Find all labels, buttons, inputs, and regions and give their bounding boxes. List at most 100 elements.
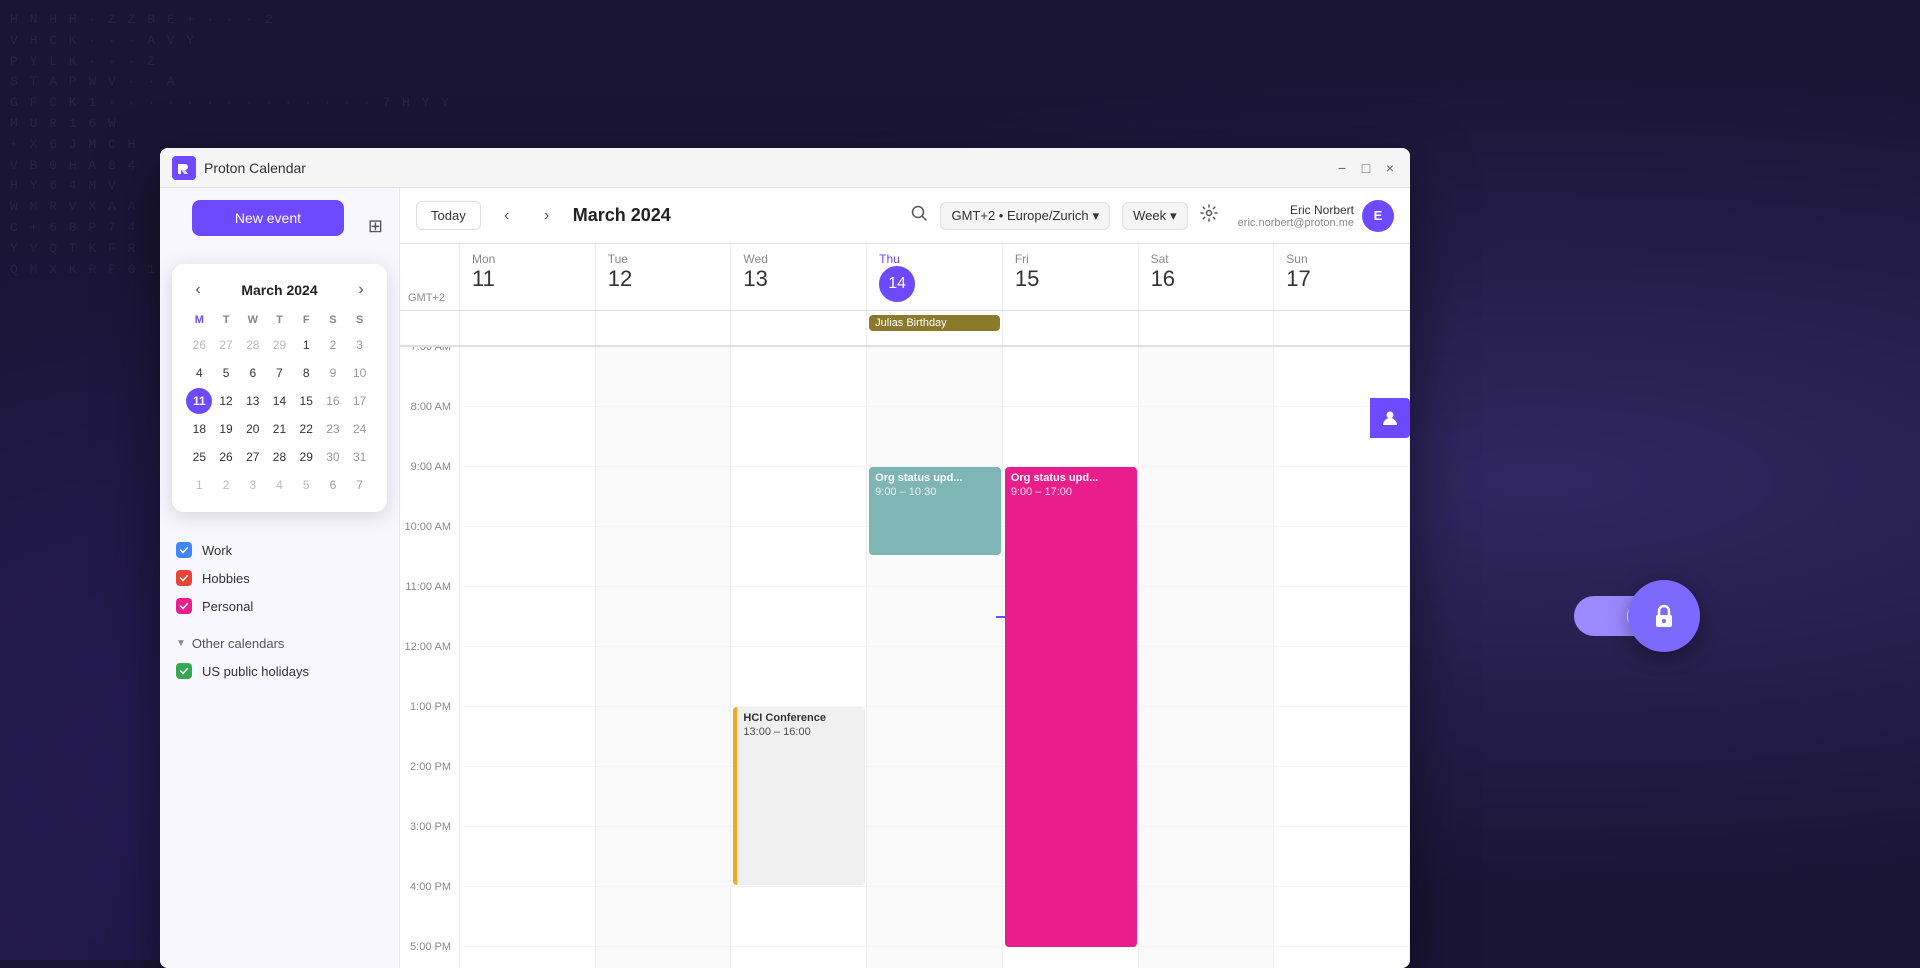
time-cell-mon-1200[interactable]	[460, 647, 596, 707]
grid-view-button[interactable]: ⊞	[368, 216, 383, 237]
view-selector[interactable]: Week ▾	[1122, 202, 1188, 230]
time-cell-mon-700[interactable]	[460, 347, 596, 407]
time-cell-sat-1400[interactable]	[1139, 767, 1275, 827]
time-cell-sun-1600[interactable]	[1274, 887, 1410, 947]
calendar-work-checkbox[interactable]	[176, 542, 192, 558]
time-cell-mon-800[interactable]	[460, 407, 596, 467]
mini-cal-cell[interactable]: 1	[186, 472, 212, 498]
time-cell-sat-1200[interactable]	[1139, 647, 1275, 707]
mini-cal-cell-today[interactable]: 11	[186, 388, 212, 414]
time-cell-mon-1400[interactable]	[460, 767, 596, 827]
time-cell-sat-1500[interactable]	[1139, 827, 1275, 887]
mini-cal-next-button[interactable]: ›	[349, 278, 373, 302]
org-status-event-thu[interactable]: Org status upd... 9:00 – 10:30	[869, 467, 1001, 555]
time-cell-tue-1400[interactable]	[596, 767, 732, 827]
mini-cal-cell[interactable]: 17	[347, 388, 373, 414]
time-cell-mon-1700[interactable]	[460, 947, 596, 968]
time-cell-mon-1500[interactable]	[460, 827, 596, 887]
time-cell-tue-1100[interactable]	[596, 587, 732, 647]
mini-cal-cell[interactable]: 27	[240, 444, 266, 470]
mini-cal-cell[interactable]: 20	[240, 416, 266, 442]
time-cell-wed-1200[interactable]	[731, 647, 867, 707]
calendar-holidays-checkbox[interactable]	[176, 663, 192, 679]
time-cell-tue-700[interactable]	[596, 347, 732, 407]
time-cell-tue-1500[interactable]	[596, 827, 732, 887]
time-cell-thu-800[interactable]	[867, 407, 1003, 467]
time-cell-sun-1300[interactable]	[1274, 707, 1410, 767]
org-status-event-fri[interactable]: Org status upd... 9:00 – 17:00	[1005, 467, 1137, 947]
time-cell-sun-1100[interactable]	[1274, 587, 1410, 647]
time-cell-sat-1000[interactable]	[1139, 527, 1275, 587]
time-cell-tue-800[interactable]	[596, 407, 732, 467]
mini-cal-cell[interactable]: 16	[320, 388, 346, 414]
time-cell-thu-1100[interactable]	[867, 587, 1003, 647]
time-cell-fri-700[interactable]	[1003, 347, 1139, 407]
time-cell-sat-700[interactable]	[1139, 347, 1275, 407]
mini-cal-cell[interactable]: 5	[213, 360, 239, 386]
mini-cal-cell[interactable]: 2	[320, 332, 346, 358]
mini-cal-cell[interactable]: 10	[347, 360, 373, 386]
time-cell-wed-1700[interactable]	[731, 947, 867, 968]
time-cell-mon-900[interactable]	[460, 467, 596, 527]
mini-cal-cell[interactable]: 22	[293, 416, 319, 442]
time-cell-sun-1700[interactable]	[1274, 947, 1410, 968]
mini-cal-cell[interactable]: 5	[293, 472, 319, 498]
time-cell-sat-1600[interactable]	[1139, 887, 1275, 947]
mini-cal-cell[interactable]: 3	[347, 332, 373, 358]
time-cell-thu-1200[interactable]	[867, 647, 1003, 707]
mini-cal-cell[interactable]: 21	[266, 416, 292, 442]
time-cell-tue-1200[interactable]	[596, 647, 732, 707]
time-cell-sun-1200[interactable]	[1274, 647, 1410, 707]
mini-cal-cell[interactable]: 4	[186, 360, 212, 386]
mini-cal-cell[interactable]: 6	[240, 360, 266, 386]
prev-week-button[interactable]: ‹	[493, 202, 521, 230]
new-event-button[interactable]: New event	[192, 200, 344, 236]
mini-cal-cell[interactable]: 13	[240, 388, 266, 414]
time-cell-mon-1000[interactable]	[460, 527, 596, 587]
mini-cal-cell[interactable]: 29	[266, 332, 292, 358]
time-cell-sun-1500[interactable]	[1274, 827, 1410, 887]
minimize-button[interactable]: −	[1334, 160, 1350, 176]
julias-birthday-event[interactable]: Julias Birthday	[869, 315, 1000, 331]
hci-conference-event[interactable]: HCI Conference 13:00 – 16:00	[733, 707, 865, 885]
time-cell-thu-1700[interactable]	[867, 947, 1003, 968]
time-cell-thu-1500[interactable]	[867, 827, 1003, 887]
time-cell-sat-1300[interactable]	[1139, 707, 1275, 767]
mini-cal-cell[interactable]: 6	[320, 472, 346, 498]
mini-cal-cell[interactable]: 18	[186, 416, 212, 442]
time-cell-fri-1700[interactable]	[1003, 947, 1139, 968]
mini-cal-cell[interactable]: 28	[240, 332, 266, 358]
time-cell-thu-1300[interactable]	[867, 707, 1003, 767]
mini-cal-cell[interactable]: 4	[266, 472, 292, 498]
calendar-personal[interactable]: Personal	[176, 592, 383, 620]
mini-cal-cell[interactable]: 23	[320, 416, 346, 442]
calendar-personal-checkbox[interactable]	[176, 598, 192, 614]
time-cell-sat-800[interactable]	[1139, 407, 1275, 467]
next-week-button[interactable]: ›	[533, 202, 561, 230]
time-cell-tue-1300[interactable]	[596, 707, 732, 767]
people-view-button[interactable]	[1370, 398, 1410, 438]
time-cell-wed-900[interactable]	[731, 467, 867, 527]
time-cell-mon-1300[interactable]	[460, 707, 596, 767]
time-cell-wed-700[interactable]	[731, 347, 867, 407]
mini-cal-cell[interactable]: 2	[213, 472, 239, 498]
mini-cal-prev-button[interactable]: ‹	[186, 278, 210, 302]
mini-cal-cell[interactable]: 12	[213, 388, 239, 414]
mini-cal-cell[interactable]: 14	[266, 388, 292, 414]
time-cell-sun-1000[interactable]	[1274, 527, 1410, 587]
mini-cal-cell[interactable]: 30	[320, 444, 346, 470]
time-cell-sun-900[interactable]	[1274, 467, 1410, 527]
close-button[interactable]: ×	[1382, 160, 1398, 176]
calendar-us-holidays[interactable]: US public holidays	[176, 657, 383, 685]
time-cell-sun-1400[interactable]	[1274, 767, 1410, 827]
time-cell-sat-900[interactable]	[1139, 467, 1275, 527]
calendar-work[interactable]: Work	[176, 536, 383, 564]
mini-cal-cell[interactable]: 3	[240, 472, 266, 498]
time-cell-wed-800[interactable]	[731, 407, 867, 467]
settings-button[interactable]	[1200, 204, 1218, 227]
search-button[interactable]	[910, 204, 928, 227]
mini-cal-cell[interactable]: 31	[347, 444, 373, 470]
mini-cal-cell[interactable]: 9	[320, 360, 346, 386]
time-cell-tue-1000[interactable]	[596, 527, 732, 587]
timezone-selector[interactable]: GMT+2 • Europe/Zurich ▾	[940, 202, 1110, 230]
